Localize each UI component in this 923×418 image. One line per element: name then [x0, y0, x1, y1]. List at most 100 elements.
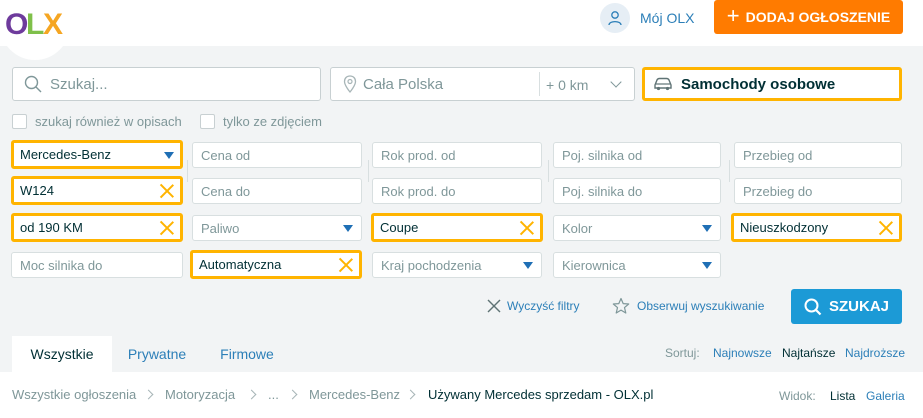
moj-olx-label: Mój OLX — [640, 10, 695, 26]
fuel-select[interactable]: Paliwo — [192, 215, 362, 241]
svg-text:X: X — [43, 8, 63, 38]
price-from-input[interactable]: Cena od — [192, 142, 362, 168]
year-from-input[interactable]: Rok prod. od — [372, 142, 542, 168]
location-pin-icon — [343, 75, 357, 93]
clear-icon[interactable] — [519, 220, 535, 236]
breadcrumb-item[interactable]: Motoryzacja — [165, 387, 235, 402]
dropdown-arrow-icon — [702, 225, 712, 232]
checkbox-box[interactable] — [200, 113, 215, 129]
search-placeholder: Szukaj... — [50, 75, 108, 93]
power-to-input[interactable]: Moc silnika do — [11, 252, 183, 278]
tab-all[interactable]: Wszystkie — [12, 336, 112, 372]
engine-capacity-to-placeholder: Poj. silnika do — [562, 183, 643, 199]
location-input[interactable]: Cała Polska — [330, 67, 635, 101]
dropdown-arrow-icon — [343, 225, 353, 232]
close-icon — [487, 299, 501, 313]
brand-select[interactable]: Mercedes-Benz — [11, 140, 183, 169]
steering-select[interactable]: Kierownica — [553, 252, 721, 278]
price-to-input[interactable]: Cena do — [192, 178, 362, 204]
range-connector — [548, 160, 549, 182]
year-to-placeholder: Rok prod. do — [381, 183, 456, 199]
color-select[interactable]: Kolor — [553, 215, 721, 241]
gearbox-select[interactable]: Automatyczna — [190, 250, 362, 279]
search-input[interactable]: Szukaj... — [12, 67, 321, 101]
power-from-value: od 190 KM — [20, 220, 83, 235]
breadcrumb-item[interactable]: Mercedes-Benz — [309, 387, 400, 402]
steering-placeholder: Kierownica — [562, 257, 626, 273]
search-icon — [804, 298, 822, 316]
engine-capacity-to-input[interactable]: Poj. silnika do — [553, 178, 721, 204]
search-button-label: SZUKAJ — [828, 298, 889, 315]
sort-priciest-link[interactable]: Najdroższe — [845, 346, 905, 360]
origin-country-select[interactable]: Kraj pochodzenia — [372, 252, 542, 278]
year-to-input[interactable]: Rok prod. do — [372, 178, 542, 204]
sort-cheapest-link[interactable]: Najtańsze — [782, 346, 835, 360]
fuel-placeholder: Paliwo — [201, 220, 240, 236]
breadcrumb-item[interactable]: Wszystkie ogłoszenia — [12, 387, 136, 402]
observe-search-link[interactable]: Obserwuj wyszukiwanie — [612, 297, 764, 315]
model-value: W124 — [20, 183, 54, 198]
add-listing-button[interactable]: + DODAJ OGŁOSZENIE — [714, 0, 903, 34]
clear-filters-link[interactable]: Wyczyść filtry — [487, 299, 580, 313]
range-connector — [187, 160, 188, 182]
year-from-placeholder: Rok prod. od — [381, 147, 456, 163]
clear-filters-label: Wyczyść filtry — [507, 299, 580, 313]
car-icon — [653, 77, 673, 91]
body-type-select[interactable]: Coupe — [371, 213, 543, 242]
category-select[interactable]: Samochody osobowe — [642, 67, 902, 101]
mileage-from-input[interactable]: Przebieg od — [734, 142, 902, 168]
tab-business-label: Firmowe — [220, 346, 274, 362]
checkbox-box[interactable] — [12, 113, 27, 129]
clear-icon[interactable] — [878, 220, 894, 236]
color-placeholder: Kolor — [562, 220, 593, 236]
search-icon — [24, 75, 42, 93]
search-button[interactable]: SZUKAJ — [791, 289, 902, 324]
sort-newest-link[interactable]: Najnowsze — [713, 346, 772, 360]
dropdown-arrow-icon — [164, 151, 174, 159]
star-icon — [612, 297, 630, 315]
mileage-to-input[interactable]: Przebieg do — [734, 178, 902, 204]
range-connector — [729, 160, 730, 182]
category-value: Samochody osobowe — [681, 75, 836, 93]
breadcrumb-current: Używany Mercedes sprzedam - OLX.pl — [428, 387, 654, 402]
checkbox-photos-only[interactable]: tylko ze zdjęciem — [200, 113, 322, 129]
brand-value: Mercedes-Benz — [20, 147, 112, 162]
checkbox-label: tylko ze zdjęciem — [223, 113, 322, 129]
tab-business[interactable]: Firmowe — [206, 336, 288, 372]
view-label: Widok: — [779, 389, 816, 403]
price-from-placeholder: Cena od — [201, 147, 251, 163]
tab-private-label: Prywatne — [127, 346, 187, 362]
checkbox-label: szukaj również w opisach — [35, 113, 182, 129]
checkbox-search-descriptions[interactable]: szukaj również w opisach — [12, 113, 182, 129]
distance-select[interactable]: + 0 km — [546, 77, 588, 93]
tab-all-label: Wszystkie — [30, 346, 94, 362]
mileage-from-placeholder: Przebieg od — [743, 147, 813, 163]
tab-private[interactable]: Prywatne — [116, 336, 198, 372]
svg-text:O: O — [5, 8, 28, 38]
price-to-placeholder: Cena do — [201, 183, 251, 199]
svg-text:L: L — [26, 8, 44, 38]
moj-olx-link[interactable]: Mój OLX — [600, 3, 694, 33]
engine-capacity-from-input[interactable]: Poj. silnika od — [553, 142, 721, 168]
breadcrumb-item[interactable]: ... — [268, 387, 279, 402]
clear-icon[interactable] — [159, 220, 175, 236]
power-from-select[interactable]: od 190 KM — [11, 213, 183, 242]
clear-icon[interactable] — [338, 257, 354, 273]
view-list-link[interactable]: Lista — [830, 389, 855, 403]
observe-search-label: Obserwuj wyszukiwanie — [637, 299, 765, 313]
location-placeholder: Cała Polska — [363, 75, 444, 93]
gearbox-value: Automatyczna — [199, 257, 282, 272]
clear-icon[interactable] — [159, 183, 175, 199]
model-select[interactable]: W124 — [11, 176, 183, 205]
engine-capacity-from-placeholder: Poj. silnika od — [562, 147, 643, 163]
mileage-to-placeholder: Przebieg do — [743, 183, 813, 199]
plus-icon: + — [726, 3, 740, 28]
user-icon — [600, 3, 630, 33]
origin-country-placeholder: Kraj pochodzenia — [381, 257, 482, 273]
olx-logo-mark: O L X — [5, 8, 63, 38]
power-to-placeholder: Moc silnika do — [20, 257, 103, 273]
view-gallery-link[interactable]: Galeria — [866, 389, 905, 403]
condition-select[interactable]: Nieuszkodzony — [731, 213, 902, 242]
condition-value: Nieuszkodzony — [740, 220, 829, 235]
dropdown-arrow-icon — [523, 262, 533, 269]
